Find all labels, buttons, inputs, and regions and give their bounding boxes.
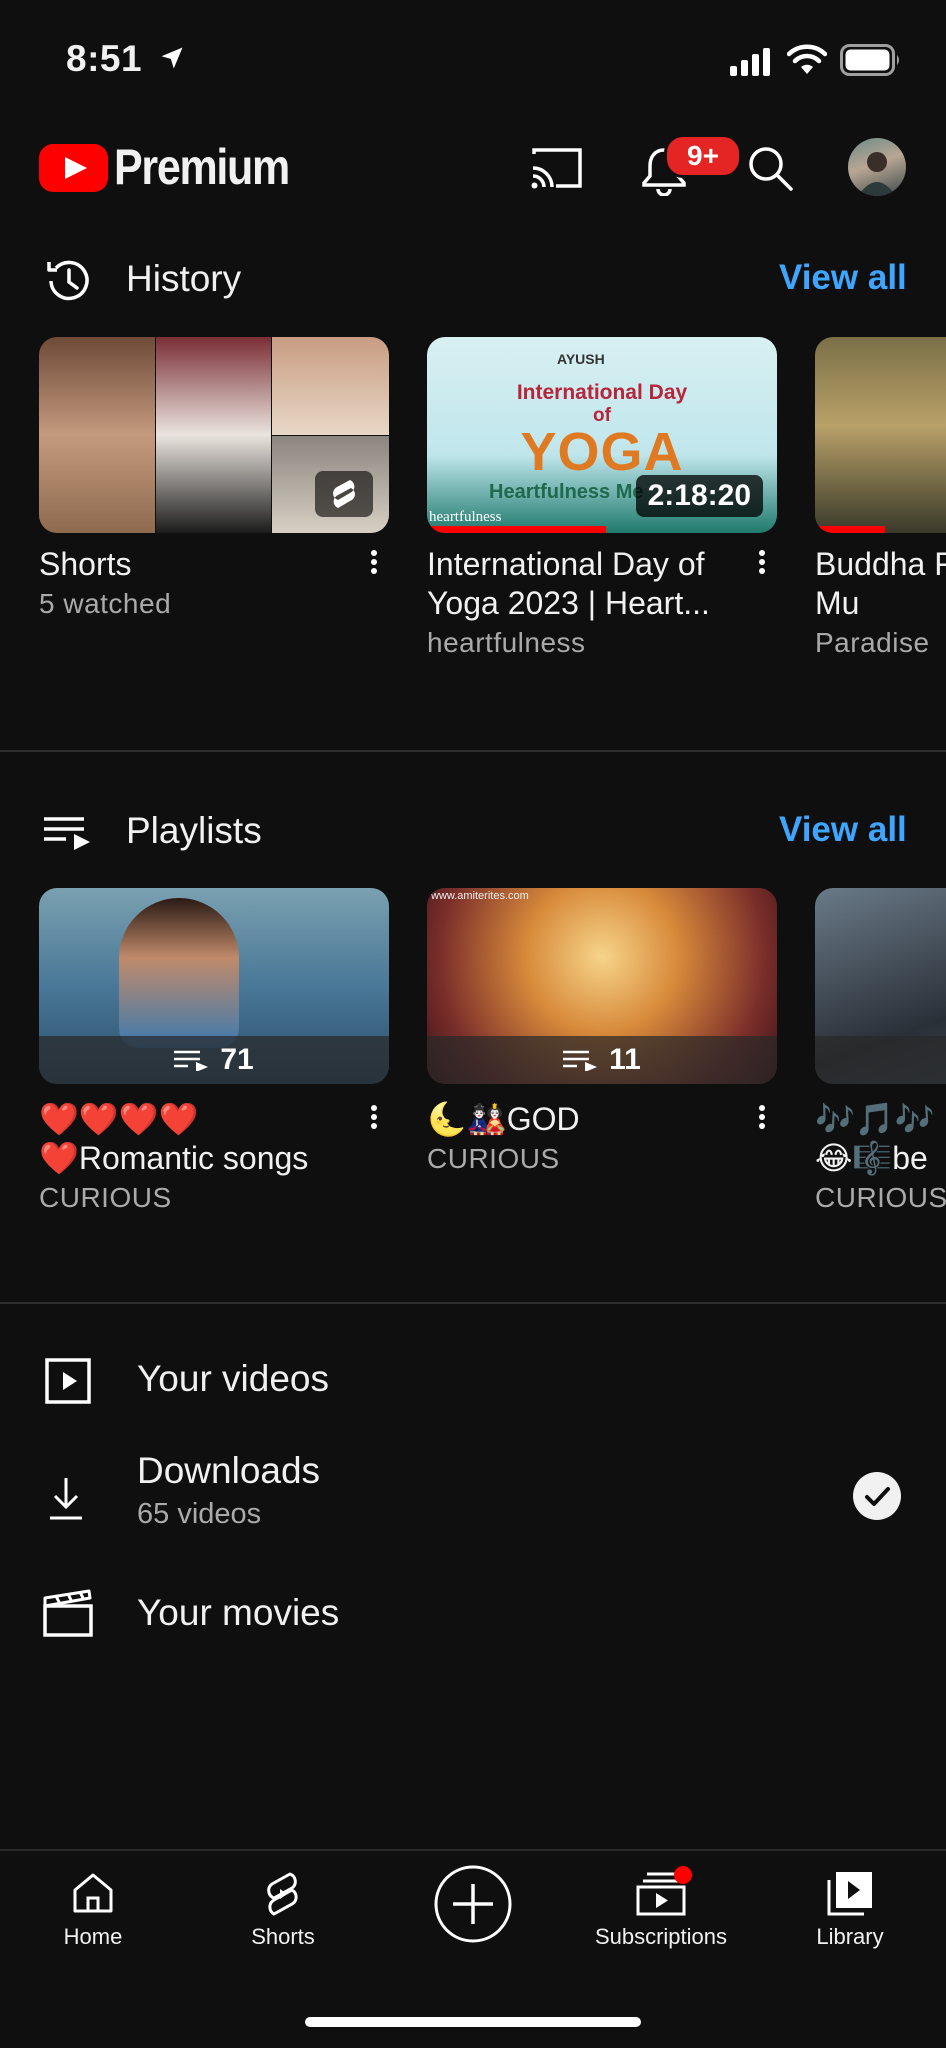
your-movies-label: Your movies (137, 1592, 340, 1633)
playlist-title-line2: 😂🎼be (815, 1140, 928, 1176)
video-duration: 2:18:20 (635, 475, 763, 517)
home-icon (38, 1870, 148, 1916)
nav-subscriptions-label: Subscriptions (594, 1924, 728, 1949)
nav-home[interactable]: Home (38, 1858, 148, 1978)
subscriptions-icon (580, 1866, 742, 1916)
buddha-video-thumbnail[interactable] (815, 337, 946, 533)
playlist-video-count: 11 (609, 1043, 641, 1076)
shorts-icon (228, 1870, 338, 1918)
watch-progress-bar (427, 526, 606, 533)
shorts-overlay-icon (315, 471, 373, 517)
thumb-line1: International Day (516, 381, 688, 404)
new-content-dot (674, 1866, 692, 1884)
wifi-icon (787, 44, 827, 76)
yoga-video-thumbnail[interactable]: AYUSH International Day of YOGA Heartful… (427, 337, 777, 533)
playlists-view-all-link[interactable]: View all (779, 810, 907, 850)
playlist-title-line1: ❤️❤️❤️❤️ (39, 1101, 199, 1137)
location-arrow-icon (158, 44, 186, 72)
history-card-title: International Day of Yoga 2023 | Heart..… (427, 546, 710, 621)
thumb-caption: www.amiterites.com (431, 890, 529, 902)
playlist-title-line1: 🎶🎵🎶 (815, 1101, 935, 1137)
history-icon (42, 255, 94, 307)
playlist-owner: CURIOUS (427, 1143, 560, 1174)
your-videos-label: Your videos (137, 1358, 329, 1399)
cast-icon[interactable] (530, 146, 584, 190)
history-card-title: Shorts (39, 546, 132, 582)
signal-icon (730, 46, 774, 76)
playlist-title-line2: ❤️Romantic songs (39, 1140, 309, 1176)
create-plus-icon[interactable] (433, 1864, 513, 1944)
history-card-channel: Paradise (815, 627, 930, 658)
nav-home-label: Home (63, 1924, 123, 1949)
your-videos-row[interactable]: Your videos (0, 1332, 946, 1426)
downloads-label: Downloads (137, 1450, 321, 1491)
status-time: 8:51 (66, 38, 143, 79)
more-vert-icon[interactable] (359, 1100, 389, 1146)
section-divider (0, 1302, 946, 1304)
section-divider (0, 750, 946, 752)
thumb-org-text: AYUSH (557, 351, 605, 367)
playlist-count-overlay (815, 1036, 946, 1084)
playlist-title: 🌜🎎GOD (427, 1101, 580, 1137)
more-vert-icon[interactable] (747, 545, 777, 591)
history-title: History (126, 258, 242, 299)
download-icon (46, 1476, 86, 1520)
downloads-count: 65 videos (137, 1498, 262, 1530)
nav-subscriptions[interactable]: Subscriptions (580, 1858, 742, 1978)
more-vert-icon[interactable] (359, 545, 389, 591)
history-card-title: Buddha Flute Mu (815, 546, 946, 621)
avatar[interactable] (848, 138, 906, 196)
history-card-subtitle: 5 watched (39, 588, 172, 619)
youtube-logo-icon[interactable] (39, 144, 108, 192)
nav-library-label: Library (816, 1924, 884, 1949)
playlist-thumbnail[interactable]: 71 (39, 888, 389, 1084)
playlist-card-god[interactable]: www.amiterites.com 11 🌜🎎GOD CURIOUS (427, 888, 777, 1175)
history-card-buddha[interactable]: Buddha Flute Mu Paradise (815, 337, 946, 659)
playlist-icon (42, 812, 94, 852)
playlist-icon (563, 1050, 598, 1071)
playlist-icon (174, 1050, 209, 1071)
search-icon[interactable] (746, 144, 794, 192)
your-movies-row[interactable]: Your movies (0, 1566, 946, 1660)
playlist-thumbnail[interactable] (815, 888, 946, 1084)
library-icon (795, 1870, 905, 1916)
notification-badge: 9+ (664, 134, 742, 178)
play-box-icon (44, 1357, 92, 1405)
history-view-all-link[interactable]: View all (779, 258, 907, 298)
playlist-thumbnail[interactable]: www.amiterites.com 11 (427, 888, 777, 1084)
check-circle-icon (853, 1472, 901, 1520)
playlist-count-overlay: 71 (39, 1036, 389, 1084)
playlist-owner: CURIOUS (39, 1182, 172, 1213)
playlist-owner: CURIOUS (815, 1182, 946, 1213)
history-card-yoga[interactable]: AYUSH International Day of YOGA Heartful… (427, 337, 777, 659)
playlist-card-music[interactable]: 🎶🎵🎶 😂🎼be CURIOUS (815, 888, 946, 1214)
nav-shorts-label: Shorts (251, 1924, 315, 1949)
more-vert-icon[interactable] (747, 1100, 777, 1146)
shorts-collage-thumbnail[interactable] (39, 337, 389, 533)
thumb-line3: YOGA (520, 422, 684, 482)
bottom-nav-divider (0, 1849, 946, 1851)
nav-library[interactable]: Library (795, 1858, 905, 1978)
thumb-line4: Heartfulness Me (489, 481, 644, 503)
battery-icon (840, 44, 902, 76)
downloads-row[interactable]: Downloads 65 videos (0, 1436, 946, 1556)
playlist-count-overlay: 11 (427, 1036, 777, 1084)
playlists-title: Playlists (126, 810, 262, 851)
watch-progress-bar (815, 526, 885, 533)
brand-wordmark: Premium (114, 139, 290, 195)
nav-shorts[interactable]: Shorts (228, 1858, 338, 1978)
clapperboard-icon (42, 1588, 94, 1638)
playlist-card-romantic[interactable]: 71 ❤️❤️❤️❤️ ❤️Romantic songs CURIOUS (39, 888, 389, 1214)
home-indicator (305, 2017, 641, 2027)
thumb-footer: heartfulness (429, 509, 502, 525)
history-card-shorts[interactable]: Shorts 5 watched (39, 337, 389, 620)
history-card-channel: heartfulness (427, 627, 586, 658)
playlist-video-count: 71 (220, 1043, 254, 1076)
